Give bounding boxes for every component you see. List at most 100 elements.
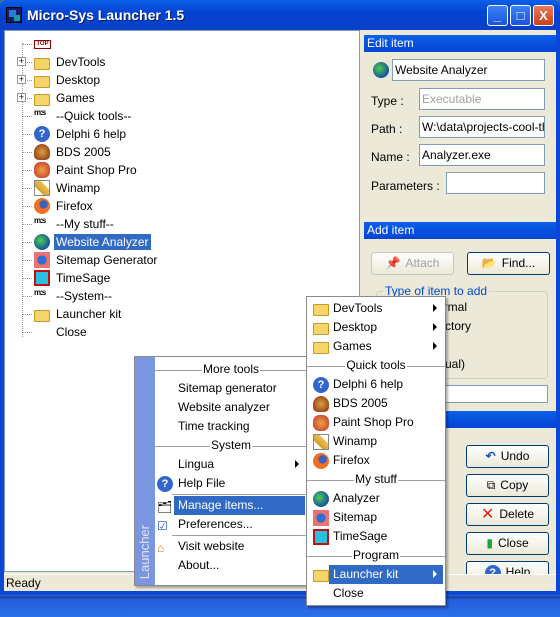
menu-item[interactable]: Launcher kit bbox=[307, 565, 445, 584]
copy-button[interactable]: ⧉ Copy bbox=[466, 474, 549, 497]
status-text: Ready bbox=[6, 576, 41, 590]
bds-icon bbox=[34, 144, 50, 160]
menu-section-header: My stuff bbox=[307, 470, 445, 489]
copy-icon: ⧉ bbox=[486, 478, 496, 492]
menu-item[interactable]: Time tracking bbox=[135, 417, 307, 436]
menu-section-label: My stuff bbox=[354, 472, 398, 486]
tree-node-label: --System-- bbox=[56, 289, 112, 303]
menu-item[interactable]: Games bbox=[307, 337, 445, 356]
name-input[interactable]: Analyzer.exe bbox=[419, 144, 545, 166]
menu-item[interactable]: Website analyzer bbox=[135, 398, 307, 417]
tree-node[interactable]: TimeSage bbox=[22, 269, 112, 287]
tree-node-label: --My stuff-- bbox=[56, 217, 114, 231]
tree-connector bbox=[22, 223, 32, 225]
tree-node[interactable]: Sitemap Generator bbox=[22, 251, 159, 269]
manage-icon: 🗂 bbox=[157, 500, 173, 514]
tree-node[interactable]: + DevTools bbox=[17, 53, 107, 71]
menu-item-label: Visit website bbox=[178, 539, 245, 553]
home-icon: ⌂ bbox=[157, 541, 165, 555]
tree-node[interactable]: Paint Shop Pro bbox=[22, 161, 139, 179]
menu-item[interactable]: ⌂ Visit website bbox=[135, 537, 307, 556]
title-bar[interactable]: Micro-Sys Launcher 1.5 _ □ X bbox=[0, 0, 560, 30]
menu-item[interactable]: About... bbox=[135, 556, 307, 575]
delete-button[interactable]: ✕ Delete bbox=[466, 503, 549, 526]
expand-icon[interactable]: + bbox=[17, 57, 26, 66]
path-input[interactable]: W:\data\projects-cool-th bbox=[419, 116, 545, 138]
tree-node[interactable]: + Games bbox=[17, 89, 97, 107]
minimize-button[interactable]: _ bbox=[487, 5, 508, 26]
menu-section-label: More tools bbox=[201, 362, 261, 376]
firefox-icon bbox=[34, 198, 50, 214]
menu-item[interactable]: Paint Shop Pro bbox=[307, 413, 445, 432]
maximize-button[interactable]: □ bbox=[510, 5, 531, 26]
pin-icon: 📌 bbox=[385, 256, 401, 270]
menu-section-header: More tools bbox=[155, 360, 307, 379]
undo-button[interactable]: ↶ Undo bbox=[466, 445, 549, 468]
door-icon: ▮ bbox=[486, 536, 493, 550]
tree-node-label: Winamp bbox=[56, 181, 101, 195]
separator-icon: m:s bbox=[34, 108, 46, 117]
menu-item-label: Sitemap generator bbox=[178, 381, 277, 395]
menu-item[interactable]: Lingua bbox=[135, 455, 307, 474]
tree-node[interactable]: m:s --Quick tools-- bbox=[22, 107, 133, 125]
tree-node[interactable]: Firefox bbox=[22, 197, 95, 215]
expand-icon[interactable]: + bbox=[17, 93, 26, 102]
tree-node-label bbox=[51, 36, 55, 52]
tree-connector bbox=[22, 295, 32, 297]
menu-item[interactable]: ☑ Preferences... bbox=[135, 515, 307, 534]
tree-connector bbox=[22, 43, 32, 45]
menu-item[interactable]: DevTools bbox=[307, 299, 445, 318]
tree-node[interactable]: TOP bbox=[22, 35, 55, 53]
tree-connector bbox=[22, 169, 32, 171]
tree-node-label: TimeSage bbox=[56, 271, 111, 285]
tree-node[interactable]: + Desktop bbox=[17, 71, 102, 89]
menu-item[interactable]: ? Help File bbox=[135, 474, 307, 493]
tree-node[interactable]: BDS 2005 bbox=[22, 143, 113, 161]
close-button[interactable]: ▮ Close bbox=[466, 532, 549, 555]
tree-node[interactable]: Launcher kit bbox=[22, 305, 123, 323]
find-button[interactable]: 📂 Find... bbox=[467, 252, 550, 275]
item-title-input[interactable]: Website Analyzer bbox=[392, 59, 545, 81]
copy-label: Copy bbox=[500, 478, 529, 492]
tree-node[interactable]: ? Delphi 6 help bbox=[22, 125, 128, 143]
menu-item[interactable]: Desktop bbox=[307, 318, 445, 337]
menu-item[interactable]: Sitemap generator bbox=[135, 379, 307, 398]
menu-item[interactable]: 🗂 Manage items... bbox=[135, 496, 307, 515]
menu-item[interactable]: Sitemap bbox=[307, 508, 445, 527]
open-folder-icon: 📂 bbox=[481, 256, 497, 270]
type-input: Executable bbox=[419, 88, 545, 110]
menu-item[interactable]: Winamp bbox=[307, 432, 445, 451]
edit-item-panel: Website Analyzer Type : Executable Path … bbox=[364, 52, 556, 207]
expand-icon[interactable]: + bbox=[17, 75, 26, 84]
tree-node[interactable]: Close bbox=[22, 323, 89, 341]
tree-node[interactable]: m:s --System-- bbox=[22, 287, 114, 305]
submenu-arrow-icon bbox=[295, 460, 299, 468]
bds-icon bbox=[313, 396, 329, 412]
add-item-header: Add item bbox=[364, 222, 556, 239]
tree-node[interactable]: Website Analyzer bbox=[22, 233, 152, 251]
menu-section-label: System bbox=[209, 438, 252, 452]
undo-label: Undo bbox=[500, 449, 530, 463]
taskbar bbox=[0, 595, 560, 617]
menu-item-label: DevTools bbox=[333, 301, 383, 315]
add-name-input[interactable] bbox=[434, 385, 548, 403]
menu-item-label: BDS 2005 bbox=[333, 396, 388, 410]
sitemap-icon bbox=[313, 510, 329, 526]
close-window-button[interactable]: X bbox=[533, 5, 554, 26]
winamp-icon bbox=[34, 180, 50, 196]
tree-node-label: Paint Shop Pro bbox=[56, 163, 137, 177]
menu-item[interactable]: BDS 2005 bbox=[307, 394, 445, 413]
tree-node-label: BDS 2005 bbox=[56, 145, 111, 159]
menu-item-label: Help File bbox=[178, 476, 226, 490]
tree-node-label: Website Analyzer bbox=[53, 233, 152, 251]
menu-separator bbox=[172, 494, 307, 495]
menu-item[interactable]: Analyzer bbox=[307, 489, 445, 508]
parameters-input[interactable] bbox=[446, 172, 545, 194]
menu-item[interactable]: Close bbox=[307, 584, 445, 603]
menu-item[interactable]: Firefox bbox=[307, 451, 445, 470]
menu-item[interactable]: TimeSage bbox=[307, 527, 445, 546]
tree-node[interactable]: Winamp bbox=[22, 179, 102, 197]
tree-node[interactable]: m:s --My stuff-- bbox=[22, 215, 116, 233]
menu-item[interactable]: ? Delphi 6 help bbox=[307, 375, 445, 394]
menu-item-label: Winamp bbox=[333, 434, 378, 448]
